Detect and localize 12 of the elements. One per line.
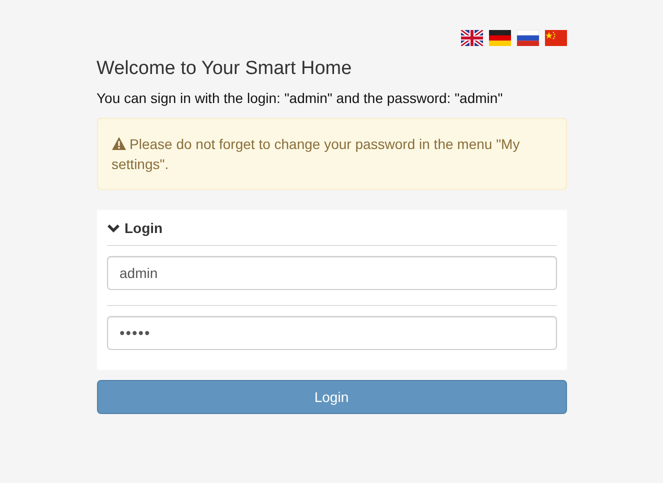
russian-flag-icon[interactable] (516, 30, 538, 46)
username-field[interactable]: admin (106, 256, 556, 290)
password-field[interactable]: ••••• (106, 316, 556, 350)
warning-icon (112, 137, 126, 150)
chevron-icon (106, 224, 120, 232)
warning-text: Please do not forget to change your password in the menu "My settings". (112, 135, 521, 174)
chinese-flag-icon[interactable] (544, 30, 566, 46)
sign-in-hint: You can sign in with the login: "admin" and the password: "admin" (96, 90, 504, 106)
british-flag-icon[interactable] (460, 30, 482, 46)
login-panel-header[interactable]: Login (106, 210, 556, 246)
german-flag-icon[interactable] (488, 30, 510, 46)
page-title: Welcome to Your Smart Home (96, 58, 353, 80)
